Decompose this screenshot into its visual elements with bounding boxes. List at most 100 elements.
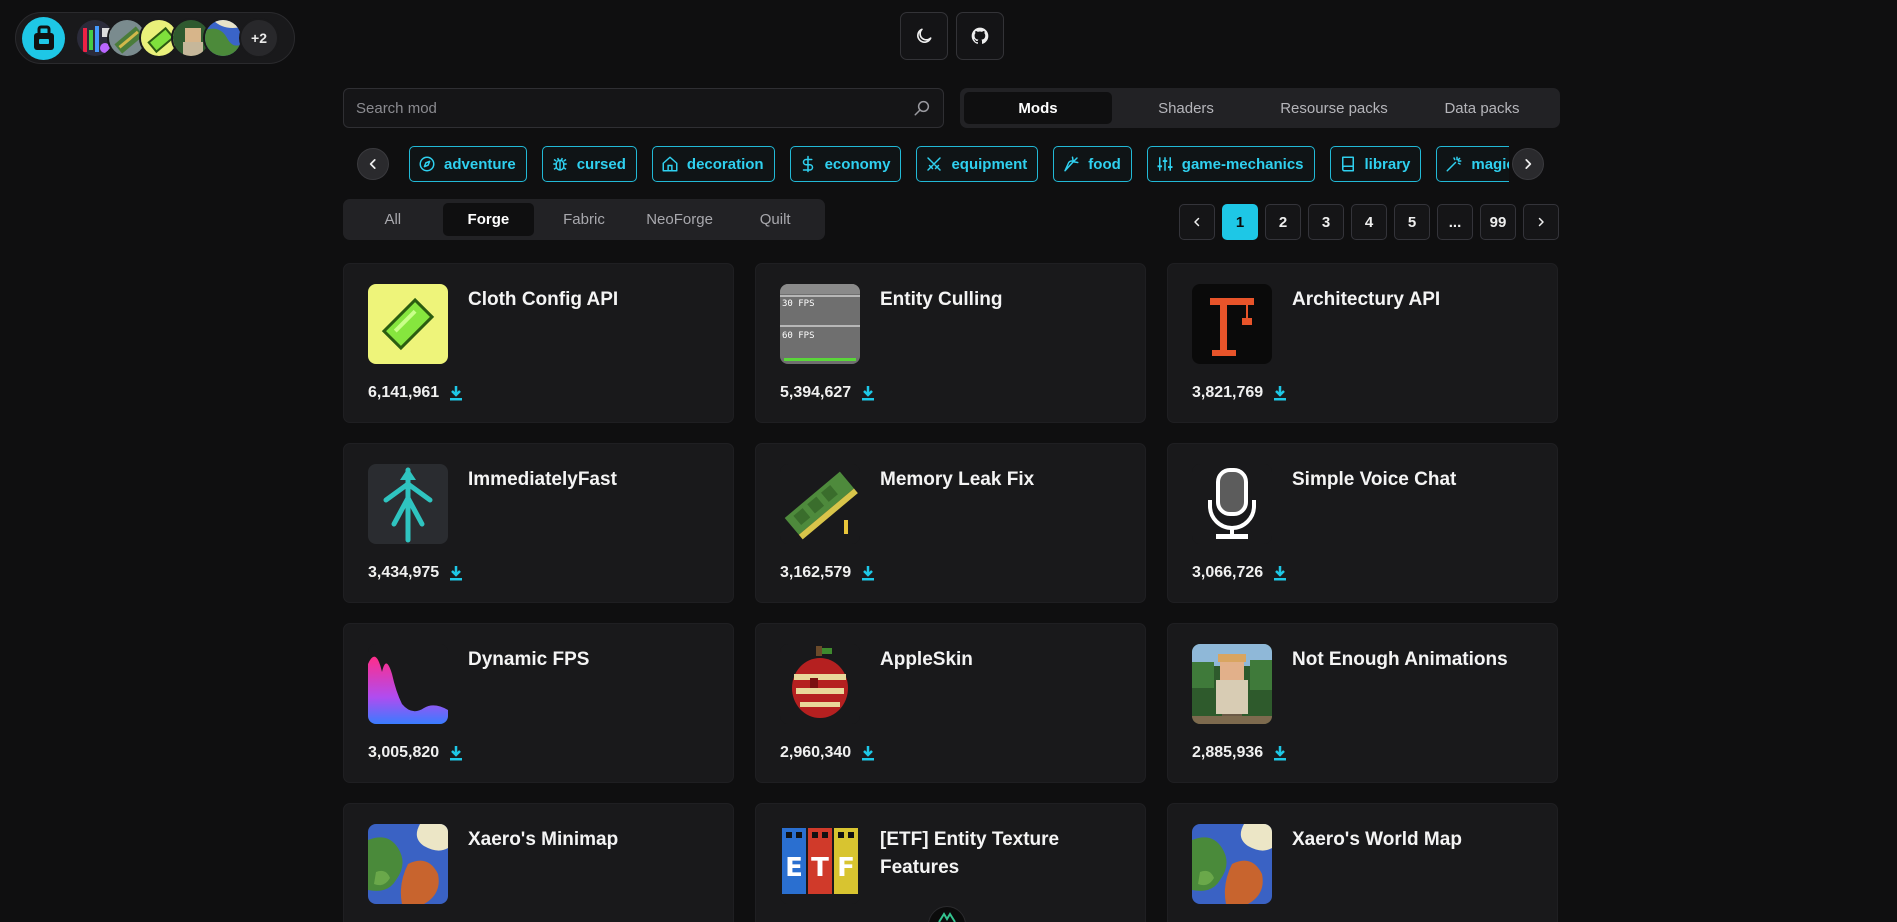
content-type-tabs: Mods Shaders Resourse packs Data packs — [960, 88, 1560, 128]
download-count: 3,066,726 — [1192, 564, 1264, 581]
mod-card[interactable]: 30 FPS 60 FPS Entity Culling 5,394,627 — [755, 263, 1146, 423]
mod-card[interactable]: Architectury API 3,821,769 — [1167, 263, 1558, 423]
category-carousel: adventure cursed decoration economy equi… — [357, 146, 1545, 182]
mod-grid: Cloth Config API 6,141,961 30 FPS 60 FPS … — [343, 263, 1561, 922]
page-button-5[interactable]: 5 — [1394, 204, 1430, 240]
download-count: 3,434,975 — [368, 564, 440, 581]
page-button-2[interactable]: 2 — [1265, 204, 1301, 240]
mod-title[interactable]: AppleSkin — [880, 646, 1131, 674]
mod-title[interactable]: Architectury API — [1292, 286, 1543, 314]
pagination: 1 2 3 4 5 ... 99 — [1179, 204, 1559, 240]
page-button-1[interactable]: 1 — [1222, 204, 1258, 240]
category-chip-equipment[interactable]: equipment — [916, 146, 1039, 182]
download-count: 3,821,769 — [1192, 384, 1264, 401]
svg-text:60 FPS: 60 FPS — [782, 331, 815, 341]
category-chip-game-mechanics[interactable]: game-mechanics — [1146, 146, 1315, 182]
mod-title[interactable]: Cloth Config API — [468, 286, 719, 314]
chevron-left-icon — [1194, 217, 1200, 227]
mod-title[interactable]: Simple Voice Chat — [1292, 466, 1543, 494]
search-icon[interactable] — [913, 99, 931, 117]
carrot-icon — [1064, 156, 1079, 172]
category-chip-decoration[interactable]: decoration — [651, 146, 775, 182]
tab-resource-packs[interactable]: Resourse packs — [1260, 92, 1408, 124]
download-count: 5,394,627 — [780, 384, 852, 401]
tab-neoforge[interactable]: NeoForge — [634, 203, 726, 236]
download-icon — [450, 566, 463, 581]
app-header-pill: +2 — [15, 12, 295, 64]
app-logo-icon[interactable] — [22, 16, 65, 60]
page-button-3[interactable]: 3 — [1308, 204, 1344, 240]
mod-card[interactable]: ETF [ETF] Entity Texture Features — [755, 803, 1146, 922]
tab-mods[interactable]: Mods — [964, 92, 1112, 124]
tab-data-packs[interactable]: Data packs — [1408, 92, 1556, 124]
svg-text:F: F — [837, 853, 855, 883]
github-icon — [971, 27, 989, 44]
category-label: cursed — [576, 155, 626, 173]
chevron-left-icon — [369, 159, 376, 169]
mod-title[interactable]: [ETF] Entity Texture Features — [880, 826, 1131, 882]
chevron-right-icon — [1525, 159, 1532, 169]
tab-quilt[interactable]: Quilt — [729, 203, 821, 236]
category-chip-economy[interactable]: economy — [789, 146, 902, 182]
mod-title[interactable]: Xaero's Minimap — [468, 826, 719, 854]
mod-icon — [780, 464, 860, 544]
download-icon — [862, 566, 875, 581]
mod-card[interactable]: Cloth Config API 6,141,961 — [343, 263, 734, 423]
mod-icon: 30 FPS 60 FPS — [780, 284, 860, 364]
mod-title[interactable]: Memory Leak Fix — [880, 466, 1131, 494]
search-input[interactable] — [356, 99, 913, 117]
tab-all[interactable]: All — [347, 203, 439, 236]
mod-card[interactable]: Not Enough Animations 2,885,936 — [1167, 623, 1558, 783]
mod-card[interactable]: Xaero's Minimap — [343, 803, 734, 922]
page-button-last[interactable]: 99 — [1480, 204, 1516, 240]
category-label: game-mechanics — [1181, 155, 1304, 173]
categories-prev-button[interactable] — [357, 148, 389, 180]
mod-card[interactable]: Simple Voice Chat 3,066,726 — [1167, 443, 1558, 603]
next-page-button[interactable] — [1523, 204, 1559, 240]
mod-card[interactable]: Memory Leak Fix 3,162,579 — [755, 443, 1146, 603]
mod-card[interactable]: Dynamic FPS 3,005,820 — [343, 623, 734, 783]
category-chip-cursed[interactable]: cursed — [541, 146, 637, 182]
mod-icon — [368, 464, 448, 544]
category-label: magic — [1471, 155, 1509, 173]
avatar-icon[interactable] — [203, 18, 243, 58]
mod-downloads: 3,821,769 — [1192, 384, 1287, 402]
tab-forge[interactable]: Forge — [442, 203, 535, 236]
github-button[interactable] — [956, 12, 1004, 60]
mod-title[interactable]: Entity Culling — [880, 286, 1131, 314]
moon-icon — [917, 28, 932, 43]
mod-title[interactable]: Not Enough Animations — [1292, 646, 1543, 674]
mod-card[interactable]: ImmediatelyFast 3,434,975 — [343, 443, 734, 603]
download-icon — [450, 746, 463, 761]
mod-downloads: 3,434,975 — [368, 564, 463, 582]
mod-downloads: 3,162,579 — [780, 564, 875, 582]
download-icon — [450, 386, 463, 401]
svg-text:E: E — [785, 853, 803, 883]
mod-icon: ETF — [780, 824, 860, 904]
mod-icon — [368, 644, 448, 724]
category-chip-magic[interactable]: magic — [1436, 146, 1509, 182]
category-chip-food[interactable]: food — [1053, 146, 1132, 182]
mod-title[interactable]: ImmediatelyFast — [468, 466, 719, 494]
category-chip-library[interactable]: library — [1329, 146, 1422, 182]
mod-title[interactable]: Dynamic FPS — [468, 646, 719, 674]
tab-shaders[interactable]: Shaders — [1112, 92, 1260, 124]
mod-title[interactable]: Xaero's World Map — [1292, 826, 1543, 854]
category-label: library — [1364, 155, 1411, 173]
compass-icon — [419, 156, 435, 172]
download-count: 3,162,579 — [780, 564, 852, 581]
mod-icon — [1192, 284, 1272, 364]
page-button-4[interactable]: 4 — [1351, 204, 1387, 240]
more-avatars-count[interactable]: +2 — [239, 18, 279, 58]
sliders-icon — [1157, 157, 1173, 171]
categories-next-button[interactable] — [1512, 148, 1544, 180]
category-chip-adventure[interactable]: adventure — [409, 146, 527, 182]
tab-fabric[interactable]: Fabric — [538, 203, 630, 236]
chevron-right-icon — [1538, 217, 1544, 227]
theme-toggle-button[interactable] — [900, 12, 948, 60]
prev-page-button[interactable] — [1179, 204, 1215, 240]
mod-card[interactable]: Xaero's World Map — [1167, 803, 1558, 922]
page-ellipsis[interactable]: ... — [1437, 204, 1473, 240]
mod-card[interactable]: AppleSkin 2,960,340 — [755, 623, 1146, 783]
swords-icon — [927, 157, 942, 171]
